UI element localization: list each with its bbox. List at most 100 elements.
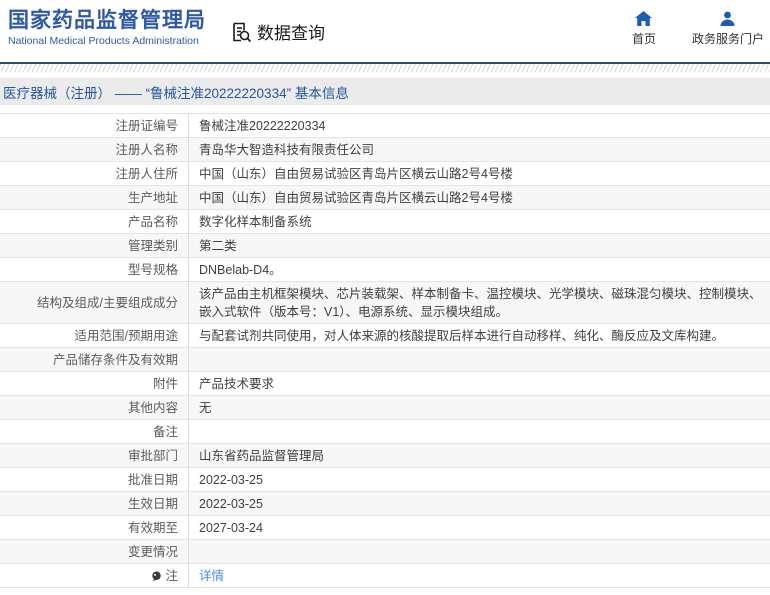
row-label-cell: 审批部门	[0, 444, 188, 467]
row-label-cell: 其他内容	[0, 396, 188, 419]
row-value: 山东省药品监督管理局	[199, 449, 325, 463]
row-value-cell	[188, 420, 770, 443]
row-label: 附件	[152, 377, 178, 391]
row-value: 中国（山东）自由贸易试验区青岛片区横云山路2号4号楼	[199, 191, 513, 205]
row-value: 青岛华大智造科技有限责任公司	[199, 143, 375, 157]
table-row: 产品名称 数字化样本制备系统	[0, 210, 770, 234]
table-row: 批准日期 2022-03-25	[0, 468, 770, 492]
row-value: 无	[199, 401, 212, 415]
row-value-cell: 无	[188, 396, 770, 419]
row-label-cell: 结构及组成/主要组成成分	[0, 282, 188, 323]
row-label: 生效日期	[127, 497, 178, 511]
nmpa-logo: 国家药品监督管理局 National Medical Products Admi…	[8, 9, 206, 47]
table-row: 有效期至 2027-03-24	[0, 516, 770, 540]
table-row: 结构及组成/主要组成成分 该产品由主机框架模块、芯片装载架、样本制备卡、温控模块…	[0, 282, 770, 324]
table-row: 生效日期 2022-03-25	[0, 492, 770, 516]
data-query-heading: 数据查询	[230, 19, 325, 44]
row-label: 注册人名称	[115, 143, 178, 157]
home-icon	[635, 11, 653, 26]
table-row: 变更情况	[0, 540, 770, 564]
row-label: 产品名称	[127, 215, 178, 229]
row-label-cell: 生效日期	[0, 492, 188, 515]
row-label: 批准日期	[127, 473, 178, 487]
site-title: 国家药品监督管理局	[8, 9, 206, 32]
row-value-cell: 中国（山东）自由贸易试验区青岛片区横云山路2号4号楼	[188, 186, 770, 209]
row-value: 产品技术要求	[199, 377, 275, 391]
row-label: 管理类别	[127, 239, 178, 253]
row-label: 注册证编号	[115, 119, 178, 133]
row-value-cell: 2027-03-24	[188, 516, 770, 539]
user-icon	[720, 11, 735, 26]
table-row: 型号规格 DNBelab-D4。	[0, 258, 770, 282]
row-value: 第二类	[199, 239, 237, 253]
row-label-cell: 备注	[0, 420, 188, 443]
row-value-cell: 山东省药品监督管理局	[188, 444, 770, 467]
row-label-cell: 生产地址	[0, 186, 188, 209]
table-row: 注册人住所 中国（山东）自由贸易试验区青岛片区横云山路2号4号楼	[0, 162, 770, 186]
row-label-cell: 注	[0, 564, 188, 587]
top-nav: 首页 政务服务门户	[622, 11, 764, 47]
row-value-cell: 数字化样本制备系统	[188, 210, 770, 233]
row-label: 结构及组成/主要组成成分	[37, 296, 178, 310]
row-label: 注册人住所	[115, 167, 178, 181]
section-label: 数据查询	[257, 24, 325, 43]
row-label-cell: 型号规格	[0, 258, 188, 281]
row-value-cell: 产品技术要求	[188, 372, 770, 395]
nav-portal[interactable]: 政务服务门户	[692, 11, 764, 47]
info-table: 注册证编号 鲁械注准20222220334 注册人名称 青岛华大智造科技有限责任…	[0, 113, 770, 588]
row-label-cell: 批准日期	[0, 468, 188, 491]
row-label-cell: 注册证编号	[0, 114, 188, 137]
row-value-cell: 中国（山东）自由贸易试验区青岛片区横云山路2号4号楼	[188, 162, 770, 185]
row-value-cell: 鲁械注准20222220334	[188, 114, 770, 137]
document-search-icon	[230, 21, 252, 43]
row-label: 变更情况	[127, 545, 178, 559]
row-value: 2022-03-25	[199, 497, 263, 511]
row-value: 该产品由主机框架模块、芯片装载架、样本制备卡、温控模块、光学模块、磁珠混匀模块、…	[199, 287, 762, 319]
table-row: 生产地址 中国（山东）自由贸易试验区青岛片区横云山路2号4号楼	[0, 186, 770, 210]
row-label-cell: 适用范围/预期用途	[0, 324, 188, 347]
row-value: DNBelab-D4。	[199, 263, 282, 277]
note-icon	[152, 571, 162, 581]
row-label-cell: 产品名称	[0, 210, 188, 233]
row-label-cell: 产品储存条件及有效期	[0, 348, 188, 371]
nav-portal-label: 政务服务门户	[691, 32, 764, 46]
row-value-cell	[188, 348, 770, 371]
row-label-cell: 有效期至	[0, 516, 188, 539]
row-value: 鲁械注准20222220334	[199, 119, 326, 133]
row-value: 数字化样本制备系统	[199, 215, 312, 229]
row-value-cell	[188, 540, 770, 563]
row-label: 其他内容	[127, 401, 178, 415]
row-label: 审批部门	[127, 449, 178, 463]
row-value-cell: 与配套试剂共同使用，对人体来源的核酸提取后样本进行自动移样、纯化、酶反应及文库构…	[188, 324, 770, 347]
row-label: 生产地址	[127, 191, 178, 205]
table-row: 审批部门 山东省药品监督管理局	[0, 444, 770, 468]
row-value-cell: 2022-03-25	[188, 468, 770, 491]
row-label-cell: 附件	[0, 372, 188, 395]
breadcrumb: 医疗器械（注册） —— “鲁械注准20222220334” 基本信息	[0, 78, 770, 105]
row-value: 详情	[199, 567, 224, 585]
row-value: 与配套试剂共同使用，对人体来源的核酸提取后样本进行自动移样、纯化、酶反应及文库构…	[199, 329, 725, 343]
detail-link[interactable]: 详情	[199, 569, 224, 583]
row-label: 适用范围/预期用途	[74, 329, 178, 343]
table-row: 注册人名称 青岛华大智造科技有限责任公司	[0, 138, 770, 162]
row-label: 有效期至	[127, 521, 178, 535]
table-row: 附件 产品技术要求	[0, 372, 770, 396]
table-row: 备注	[0, 420, 770, 444]
row-value-cell: 第二类	[188, 234, 770, 257]
stripe-decoration	[0, 64, 770, 72]
row-label: 备注	[152, 425, 178, 439]
row-value: 中国（山东）自由贸易试验区青岛片区横云山路2号4号楼	[199, 167, 513, 181]
nav-home-label: 首页	[631, 32, 656, 46]
row-value: 2027-03-24	[199, 521, 263, 535]
row-value-cell: DNBelab-D4。	[188, 258, 770, 281]
nav-home[interactable]: 首页	[622, 11, 666, 47]
table-row: 注册证编号 鲁械注准20222220334	[0, 114, 770, 138]
table-row: 管理类别 第二类	[0, 234, 770, 258]
site-subtitle: National Medical Products Administration	[8, 35, 199, 47]
row-label-cell: 注册人住所	[0, 162, 188, 185]
row-label: 注	[165, 569, 178, 583]
row-label: 型号规格	[127, 263, 178, 277]
row-value-cell: 青岛华大智造科技有限责任公司	[188, 138, 770, 161]
row-value-cell: 2022-03-25	[188, 492, 770, 515]
row-label-cell: 变更情况	[0, 540, 188, 563]
